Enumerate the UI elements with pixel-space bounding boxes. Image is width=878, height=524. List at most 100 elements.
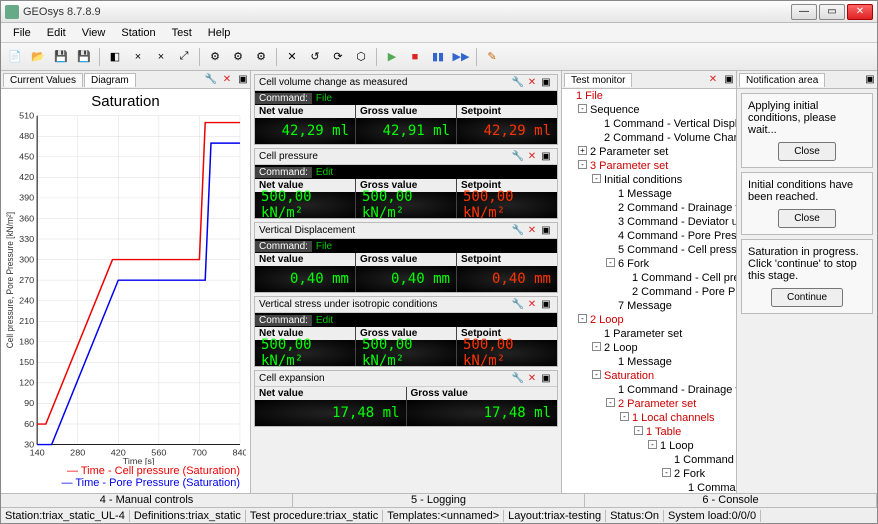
tree-toggle[interactable]: -	[662, 468, 671, 477]
tab-notifications[interactable]: Notification area	[739, 73, 825, 87]
tree-toggle[interactable]: -	[578, 104, 587, 113]
tree-node[interactable]: 1 Command - D	[674, 453, 736, 467]
tree-toggle[interactable]: -	[578, 160, 587, 169]
toolbar-btn[interactable]: ⤢	[174, 47, 194, 67]
wrench-icon[interactable]: 🔧	[511, 372, 525, 386]
toolbar-btn[interactable]: ◧	[105, 47, 125, 67]
tool-icon[interactable]: ✎	[482, 47, 502, 67]
bottom-tab[interactable]: 5 - Logging	[293, 494, 585, 507]
maximize-button[interactable]: ▭	[819, 4, 845, 20]
toolbar-btn[interactable]: ⟳	[328, 47, 348, 67]
tree-node[interactable]: +2 Parameter set	[590, 145, 736, 159]
toolbar-btn[interactable]: ×	[128, 47, 148, 67]
tree-node[interactable]: 1 Message	[618, 355, 736, 369]
toolbar-btn[interactable]: ✕	[282, 47, 302, 67]
notification-button[interactable]: Close	[778, 142, 836, 161]
menu-edit[interactable]: Edit	[39, 25, 74, 41]
toolbar-btn[interactable]: ⬡	[351, 47, 371, 67]
tree-node[interactable]: -1 Local channels-1 Table-1 Loop1 Comman…	[632, 411, 736, 493]
saveall-icon[interactable]: 💾	[74, 47, 94, 67]
delete-icon[interactable]: ✕	[706, 73, 720, 87]
collapse-icon[interactable]: ▣	[539, 372, 553, 386]
menu-station[interactable]: Station	[113, 25, 163, 41]
tree-node[interactable]: 1 Message	[618, 187, 736, 201]
tab-current-values[interactable]: Current Values	[3, 73, 83, 87]
tree-node[interactable]: -1 Table-1 Loop1 Command - D-2 Fork1 Com…	[646, 425, 736, 493]
bottom-tab[interactable]: 4 - Manual controls	[1, 494, 293, 507]
menu-file[interactable]: File	[5, 25, 39, 41]
tree-node[interactable]: -2 Parameter set-1 Local channels-1 Tabl…	[618, 397, 736, 493]
tab-diagram[interactable]: Diagram	[84, 73, 136, 87]
tab-test-monitor[interactable]: Test monitor	[564, 73, 632, 87]
tree-toggle[interactable]: -	[578, 314, 587, 323]
tree-node[interactable]: -Saturation1 Command - Drainage valve-2 …	[604, 369, 736, 493]
play-icon[interactable]: ▶	[382, 47, 402, 67]
close-button[interactable]: ✕	[847, 4, 873, 20]
tree-node[interactable]: 1 Command	[688, 481, 736, 493]
pause-icon[interactable]: ▮▮	[428, 47, 448, 67]
wrench-icon[interactable]: 🔧	[511, 298, 525, 312]
tree-toggle[interactable]: -	[592, 174, 601, 183]
tree-toggle[interactable]: -	[634, 426, 643, 435]
wrench-icon[interactable]: 🔧	[511, 224, 525, 238]
tree-toggle[interactable]: -	[592, 370, 601, 379]
tree-toggle[interactable]: -	[606, 258, 615, 267]
tree-node[interactable]: -6 Fork1 Command - Cell pressure2 Comman…	[618, 257, 736, 299]
tree-node[interactable]: 1 File-Sequence1 Command - Vertical Disp…	[576, 89, 736, 493]
delete-icon[interactable]: ✕	[220, 73, 234, 87]
tree-toggle[interactable]: -	[592, 342, 601, 351]
wrench-icon[interactable]: 🔧	[204, 73, 218, 87]
tree-node[interactable]: 3 Command - Deviator under isotr	[618, 215, 736, 229]
tree-node[interactable]: -1 Loop1 Command - D-2 Fork1 Command2 Co…	[660, 439, 736, 493]
tree-node[interactable]: 2 Command - Drainage valve	[618, 201, 736, 215]
menu-help[interactable]: Help	[200, 25, 239, 41]
menu-view[interactable]: View	[74, 25, 114, 41]
collapse-icon[interactable]: ▣	[722, 73, 736, 87]
tree-node[interactable]: -2 Loop1 Message	[604, 341, 736, 369]
new-icon[interactable]: 📄	[5, 47, 25, 67]
tree-node[interactable]: 1 Parameter set	[604, 327, 736, 341]
tree-toggle[interactable]: +	[578, 146, 587, 155]
test-tree[interactable]: 1 File-Sequence1 Command - Vertical Disp…	[562, 89, 736, 493]
collapse-icon[interactable]: ▣	[539, 76, 553, 90]
gear-icon[interactable]: ⚙	[205, 47, 225, 67]
refresh-icon[interactable]: ↺	[305, 47, 325, 67]
minimize-button[interactable]: —	[791, 4, 817, 20]
gear-icon[interactable]: ⚙	[251, 47, 271, 67]
tree-node[interactable]: -2 Loop1 Parameter set-2 Loop1 Message-S…	[590, 313, 736, 493]
collapse-icon[interactable]: ▣	[236, 73, 250, 87]
collapse-icon[interactable]: ▣	[539, 298, 553, 312]
ff-icon[interactable]: ▶▶	[451, 47, 471, 67]
toolbar-btn[interactable]: ×	[151, 47, 171, 67]
tree-node[interactable]: 1 Command - Vertical Displacement	[604, 117, 736, 131]
collapse-icon[interactable]: ▣	[539, 150, 553, 164]
tree-node[interactable]: 5 Command - Cell pressure	[618, 243, 736, 257]
notification-button[interactable]: Continue	[771, 288, 843, 307]
tree-node[interactable]: -3 Parameter set-Initial conditions1 Mes…	[590, 159, 736, 313]
open-icon[interactable]: 📂	[28, 47, 48, 67]
tree-toggle[interactable]: -	[606, 398, 615, 407]
tree-node[interactable]: 1 Command - Cell pressure	[632, 271, 736, 285]
gear-icon[interactable]: ⚙	[228, 47, 248, 67]
bottom-tab[interactable]: 6 - Console	[585, 494, 877, 507]
tree-node[interactable]: -Initial conditions1 Message2 Command - …	[604, 173, 736, 313]
stop-icon[interactable]: ■	[405, 47, 425, 67]
tree-node[interactable]: 1 Command - Drainage valve	[618, 383, 736, 397]
menu-test[interactable]: Test	[164, 25, 200, 41]
tree-toggle[interactable]: -	[648, 440, 657, 449]
wrench-icon[interactable]: 🔧	[511, 150, 525, 164]
delete-icon[interactable]: ✕	[525, 224, 539, 238]
wrench-icon[interactable]: 🔧	[511, 76, 525, 90]
collapse-icon[interactable]: ▣	[539, 224, 553, 238]
tree-node[interactable]: -2 Fork1 Command2 Command	[674, 467, 736, 493]
delete-icon[interactable]: ✕	[525, 298, 539, 312]
save-icon[interactable]: 💾	[51, 47, 71, 67]
tree-node[interactable]: 4 Command - Pore Pressure	[618, 229, 736, 243]
collapse-icon[interactable]: ▣	[863, 73, 877, 87]
tree-node[interactable]: 7 Message	[618, 299, 736, 313]
tree-node[interactable]: 2 Command - Volume Change	[604, 131, 736, 145]
delete-icon[interactable]: ✕	[525, 76, 539, 90]
tree-node[interactable]: -Sequence1 Command - Vertical Displaceme…	[590, 103, 736, 145]
notification-button[interactable]: Close	[778, 209, 836, 228]
tree-node[interactable]: 2 Command - Pore Pressure	[632, 285, 736, 299]
